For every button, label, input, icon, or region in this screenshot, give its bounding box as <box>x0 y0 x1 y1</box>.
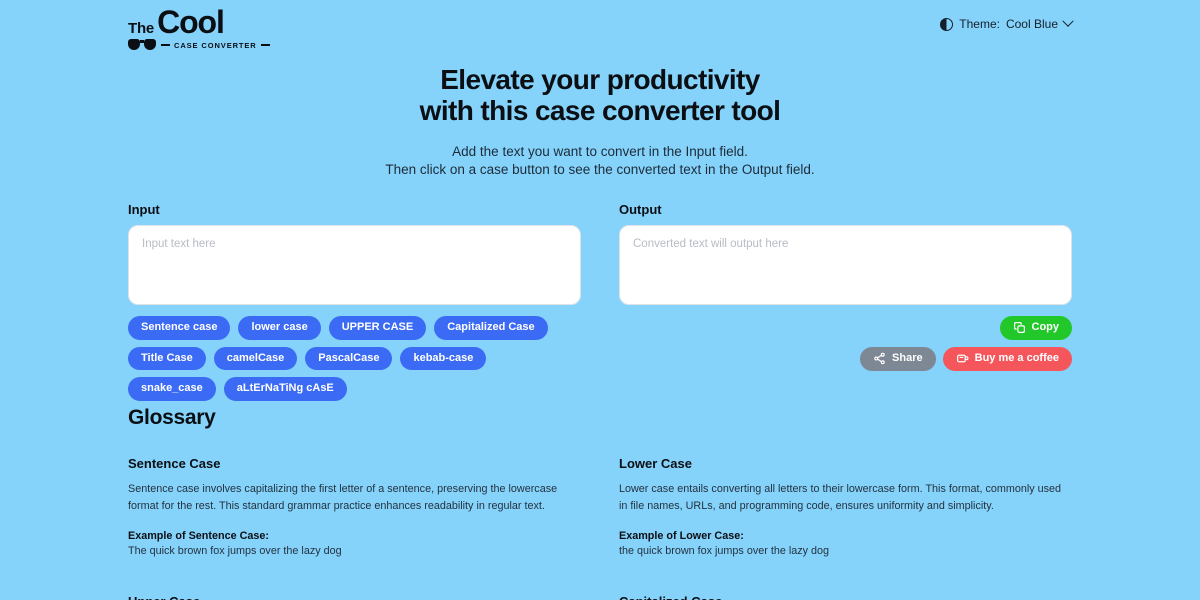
page-subtitle: Add the text you want to convert in the … <box>0 143 1200 180</box>
glossary-example-text: the quick brown fox jumps over the lazy … <box>619 544 830 557</box>
output-textarea[interactable] <box>619 225 1072 305</box>
page-title: Elevate your productivity with this case… <box>0 64 1200 127</box>
case-button-pascal-case[interactable]: PascalCase <box>305 346 393 371</box>
glossary-example-label: Example of Lower Case: <box>619 529 744 542</box>
glossary-entry-sentence-case: Sentence Case Sentence case involves cap… <box>128 456 581 557</box>
case-button-alternating-case[interactable]: aLtErNaTiNg cAsE <box>223 377 347 401</box>
glossary-entry-heading: Capitalized Case <box>619 594 1072 600</box>
output-actions-group: Copy Share Buy me a coffee <box>619 316 1072 401</box>
share-nodes-icon <box>874 352 885 365</box>
share-button-label: Share <box>892 352 923 365</box>
input-panel: Input <box>128 202 581 310</box>
glossary-entry-body: Lower case entails converting all letter… <box>619 483 1062 513</box>
logo-subtitle-wrap: CASE CONVERTER <box>161 41 270 50</box>
page-title-line1: Elevate your productivity <box>440 64 760 95</box>
dash-left-icon <box>161 44 170 46</box>
buy-me-a-coffee-button[interactable]: Buy me a coffee <box>942 347 1072 371</box>
app-root: The Cool CASE CONVERTER Theme: Cool Blue <box>0 0 1200 600</box>
dash-right-icon <box>260 44 270 46</box>
case-button-sentence-case[interactable]: Sentence case <box>128 316 231 340</box>
glossary-entry-capitalized-case: Capitalized Case <box>619 594 1072 600</box>
copy-button-label: Copy <box>1031 321 1060 334</box>
glossary-entry-lower-case: Lower Case Lower case entails converting… <box>619 456 1072 557</box>
chevron-down-icon[interactable] <box>1062 15 1074 27</box>
hero-section: Elevate your productivity with this case… <box>0 64 1200 180</box>
page-subtitle-line2: Then click on a case button to see the c… <box>385 162 815 178</box>
case-button-upper-case[interactable]: UPPER CASE <box>328 316 427 340</box>
logo-subtitle: CASE CONVERTER <box>174 40 257 50</box>
case-button-snake-case[interactable]: snake_case <box>128 377 216 401</box>
input-textarea[interactable] <box>128 225 581 305</box>
page-subtitle-line1: Add the text you want to convert in the … <box>452 143 748 159</box>
glossary-entry-upper-case: Upper Case <box>128 594 581 600</box>
theme-value[interactable]: Cool Blue <box>1006 17 1058 31</box>
glossary-section: Sentence Case Sentence case involves cap… <box>128 456 1072 557</box>
case-button-camel-case[interactable]: camelCase <box>213 346 298 371</box>
logo-bottom-row: CASE CONVERTER <box>128 39 270 51</box>
buy-me-a-coffee-label: Buy me a coffee <box>974 352 1059 365</box>
input-label: Input <box>128 202 160 217</box>
glossary-entry-body: Sentence case involves capitalizing the … <box>128 483 558 513</box>
glossary-example-label: Example of Sentence Case: <box>128 529 270 542</box>
io-panels: Input Output <box>128 202 1072 310</box>
page-title-line2: with this case converter tool <box>419 95 781 127</box>
glossary-entry-heading: Sentence Case <box>128 456 221 471</box>
sunglasses-icon <box>128 39 156 51</box>
theme-picker[interactable]: Theme: Cool Blue <box>940 15 1074 31</box>
site-logo[interactable]: The Cool CASE CONVERTER <box>128 4 270 60</box>
case-button-group: Sentence case lower case UPPER CASE Capi… <box>128 316 581 401</box>
secondary-actions-row: Share Buy me a coffee <box>860 347 1072 371</box>
glossary-entry-heading: Lower Case <box>619 456 692 471</box>
coffee-cup-icon <box>956 354 969 363</box>
share-button[interactable]: Share <box>860 347 936 371</box>
logo-the-text: The <box>128 20 155 37</box>
logo-wordmark: The Cool <box>128 6 240 38</box>
glossary-example-text: The quick brown fox jumps over the lazy … <box>128 544 342 557</box>
glossary-next-entries-clipped: Upper Case Capitalized Case <box>128 594 1072 600</box>
copy-icon <box>1013 322 1025 333</box>
case-button-lower-case[interactable]: lower case <box>238 316 321 340</box>
half-circle-contrast-icon <box>940 17 954 31</box>
theme-label: Theme: <box>959 17 1000 31</box>
copy-button[interactable]: Copy <box>999 316 1072 340</box>
actions-row: Sentence case lower case UPPER CASE Capi… <box>128 316 1072 401</box>
case-button-kebab-case[interactable]: kebab-case <box>400 346 487 371</box>
logo-cool-text: Cool <box>157 4 225 40</box>
output-panel: Output <box>619 202 1072 310</box>
site-header: The Cool CASE CONVERTER Theme: Cool Blue <box>0 0 1200 60</box>
glossary-title: Glossary <box>128 406 216 429</box>
case-button-title-case[interactable]: Title Case <box>128 346 206 371</box>
glossary-entry-heading: Upper Case <box>128 594 581 600</box>
output-label: Output <box>619 202 662 217</box>
case-button-capitalized-case[interactable]: Capitalized Case <box>434 316 548 340</box>
